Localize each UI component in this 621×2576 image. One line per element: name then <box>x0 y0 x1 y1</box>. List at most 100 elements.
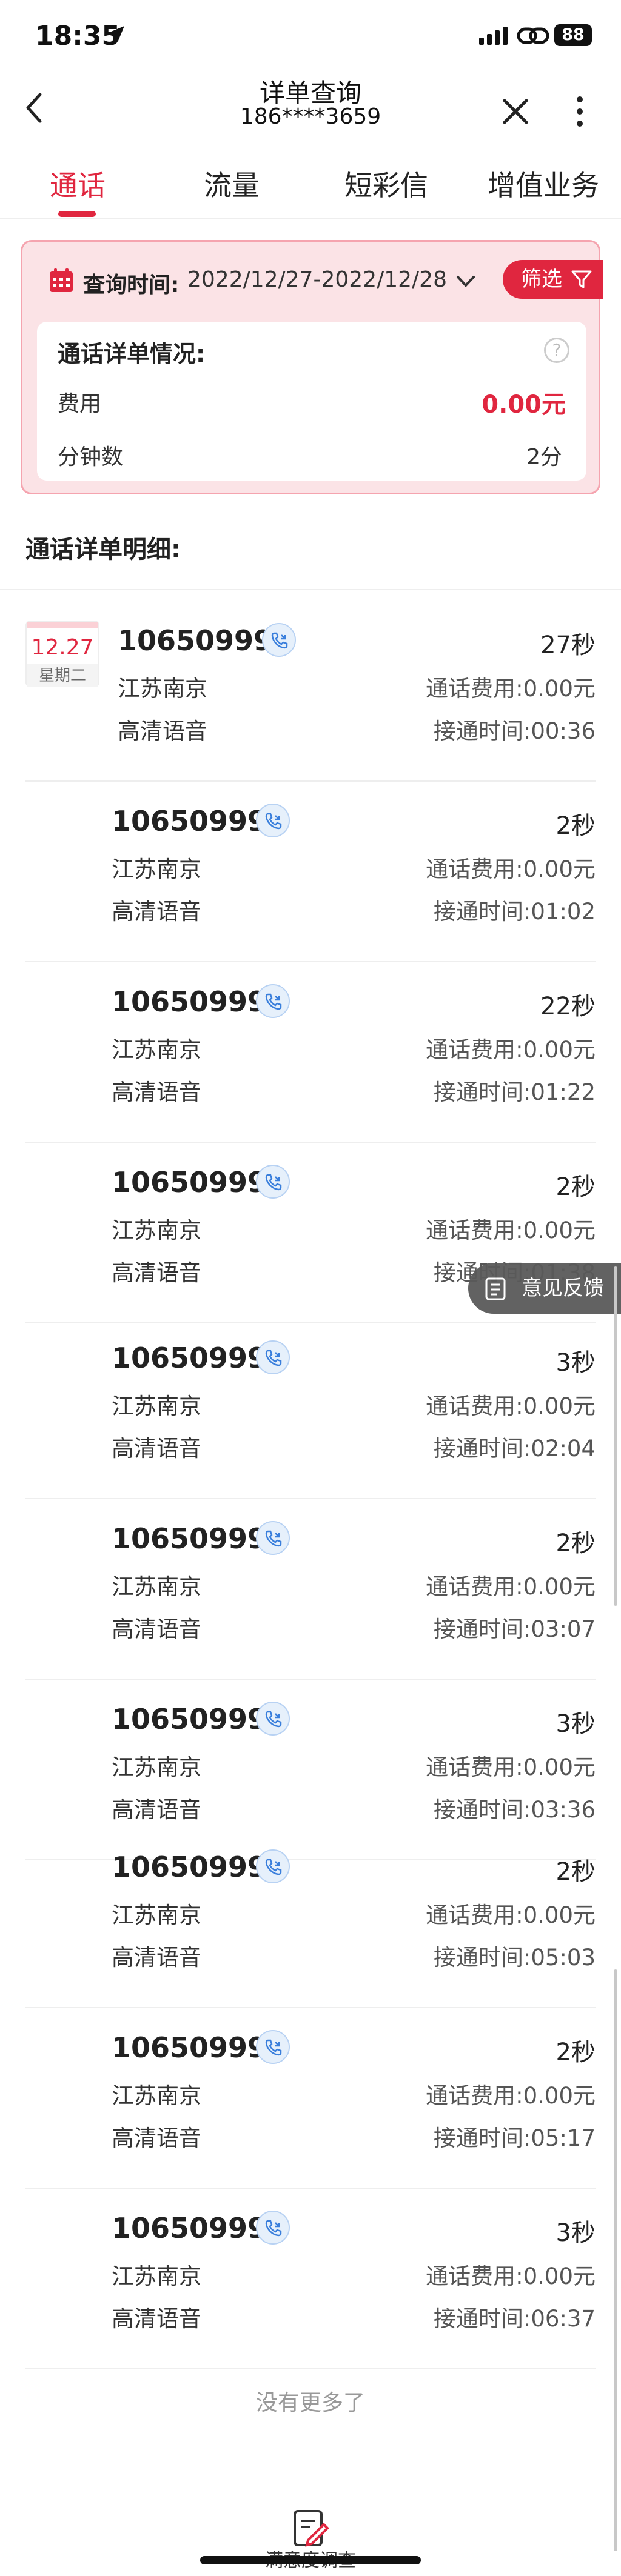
call-location: 江苏南京 <box>112 1574 201 1600</box>
tab-data[interactable]: 流量 <box>204 164 260 204</box>
call-connect-time: 接通时间:01:22 <box>433 1079 596 1105</box>
detail-section-title: 通话详单明细: <box>25 536 181 564</box>
scrollbar[interactable] <box>614 1266 617 1606</box>
call-location: 江苏南京 <box>112 856 201 882</box>
summary-detail-panel: 通话详单情况: ? 费用 0.00元 分钟数 2分 <box>37 322 586 481</box>
call-type: 高清语音 <box>112 899 201 925</box>
phone-icon <box>256 1521 290 1555</box>
call-number: 10650999 <box>112 805 267 837</box>
call-location: 江苏南京 <box>112 1754 201 1780</box>
call-fee: 通话费用:0.00元 <box>426 1574 596 1600</box>
filter-label: 筛选 <box>521 267 562 291</box>
summary-card: 查询时间: 2022/12/27-2022/12/28 筛选 通话详单情况: ?… <box>21 240 603 494</box>
call-type: 高清语音 <box>112 1260 201 1286</box>
date-badge: 12.27 星期二 <box>25 621 99 687</box>
home-indicator[interactable] <box>200 2556 421 2564</box>
call-record[interactable]: 10650999 2秒 江苏南京 通话费用:0.00元 高清语音 接通时间:05:03 <box>0 1828 621 2008</box>
call-record[interactable]: 10650999 2秒 江苏南京 通话费用:0.00元 高清语音 接通时间:05:17 <box>0 2008 621 2189</box>
cellular-signal-icon <box>479 27 508 45</box>
call-connect-time: 接通时间:05:03 <box>433 1945 596 1971</box>
call-connect-time: 接通时间:01:02 <box>433 899 596 925</box>
call-duration: 2秒 <box>556 812 596 840</box>
call-duration: 2秒 <box>556 2039 596 2066</box>
call-type: 高清语音 <box>112 1616 201 1642</box>
fee-label: 费用 <box>58 391 102 416</box>
call-connect-time: 接通时间:00:36 <box>433 718 596 744</box>
phone-icon <box>256 2211 290 2245</box>
more-icon[interactable] <box>575 95 585 128</box>
call-fee: 通话费用:0.00元 <box>426 1037 596 1063</box>
call-duration: 3秒 <box>556 1710 596 1738</box>
call-fee: 通话费用:0.00元 <box>426 676 596 702</box>
call-number: 10650999 <box>112 985 267 1018</box>
close-icon[interactable] <box>501 97 530 126</box>
feedback-label: 意见反馈 <box>522 1276 604 1300</box>
call-fee: 通话费用:0.00元 <box>426 2083 596 2109</box>
minutes-label: 分钟数 <box>58 445 124 470</box>
call-number: 10650999 <box>112 2031 267 2064</box>
battery-icon: 88 <box>554 24 592 46</box>
call-duration: 22秒 <box>540 993 596 1020</box>
date-badge-bar <box>27 622 98 628</box>
date-badge-weekday: 星期二 <box>27 664 98 687</box>
call-number: 10650999 <box>112 1166 267 1199</box>
call-duration: 27秒 <box>540 631 596 659</box>
help-icon[interactable]: ? <box>544 338 569 363</box>
tab-bar: 通话 流量 短彩信 增值业务 <box>0 145 621 219</box>
query-time-selector[interactable]: 查询时间: 2022/12/27-2022/12/28 <box>48 265 582 301</box>
phone-icon <box>256 1165 290 1199</box>
call-duration: 2秒 <box>556 1529 596 1557</box>
tab-value-added[interactable]: 增值业务 <box>488 164 599 204</box>
call-type: 高清语音 <box>112 2125 201 2151</box>
call-type: 高清语音 <box>112 1945 201 1971</box>
phone-icon <box>262 623 296 657</box>
call-type: 高清语音 <box>112 1436 201 1462</box>
call-number: 10650999 <box>112 1703 267 1736</box>
call-fee: 通话费用:0.00元 <box>426 2263 596 2289</box>
call-connect-time: 接通时间:03:36 <box>433 1797 596 1823</box>
call-type: 高清语音 <box>112 2306 201 2332</box>
call-duration: 3秒 <box>556 2219 596 2247</box>
call-duration: 2秒 <box>556 1858 596 1886</box>
date-badge-date: 12.27 <box>31 635 94 660</box>
call-connect-time: 接通时间:02:04 <box>433 1436 596 1462</box>
location-arrow-icon <box>110 26 124 41</box>
phone-icon <box>256 1702 290 1736</box>
call-type: 高清语音 <box>112 1079 201 1105</box>
call-type: 高清语音 <box>118 718 207 744</box>
chevron-down-icon[interactable] <box>455 272 476 290</box>
end-of-list-text: 没有更多了 <box>255 2391 365 2415</box>
filter-button[interactable]: 筛选 <box>503 260 603 299</box>
calendar-icon <box>50 268 73 292</box>
call-fee: 通话费用:0.00元 <box>426 1393 596 1419</box>
call-number: 10650999 <box>118 624 274 657</box>
call-number: 10650999 <box>112 1851 267 1883</box>
call-record[interactable]: 10650999 3秒 江苏南京 通话费用:0.00元 高清语音 接通时间:06:37 <box>0 2189 621 2369</box>
filter-icon <box>571 270 592 288</box>
call-fee: 通话费用:0.00元 <box>426 1217 596 1243</box>
minutes-value: 2分 <box>526 445 562 470</box>
scrollbar-secondary[interactable] <box>614 1969 617 2551</box>
call-record[interactable]: 10650999 2秒 江苏南京 通话费用:0.00元 高清语音 接通时间:03:07 <box>0 1499 621 1680</box>
record-divider <box>25 2368 596 2369</box>
query-time-value[interactable]: 2022/12/27-2022/12/28 <box>187 267 447 292</box>
phone-icon <box>256 804 290 837</box>
call-record[interactable]: 10650999 22秒 江苏南京 通话费用:0.00元 高清语音 接通时间:01:22 <box>0 962 621 1143</box>
call-number: 10650999 <box>112 2212 267 2245</box>
tab-calls[interactable]: 通话 <box>50 164 106 204</box>
summary-title: 通话详单情况: <box>58 341 206 367</box>
call-record[interactable]: 10650999 3秒 江苏南京 通话费用:0.00元 高清语音 接通时间:02:04 <box>0 1319 621 1499</box>
call-number: 10650999 <box>112 1522 267 1555</box>
survey-icon[interactable] <box>290 2509 331 2550</box>
call-number: 10650999 <box>112 1342 267 1374</box>
feedback-button[interactable]: 意见反馈 <box>468 1263 621 1314</box>
phone-icon <box>256 1340 290 1374</box>
call-record[interactable]: 10650999 2秒 江苏南京 通话费用:0.00元 高清语音 接通时间:01:02 <box>0 782 621 962</box>
call-fee: 通话费用:0.00元 <box>426 1902 596 1928</box>
feedback-icon <box>485 1277 506 1300</box>
call-type: 高清语音 <box>112 1797 201 1823</box>
fee-value: 0.00元 <box>482 391 566 419</box>
tab-sms[interactable]: 短彩信 <box>344 164 428 204</box>
query-time-label: 查询时间: <box>83 273 180 298</box>
call-location: 江苏南京 <box>112 2263 201 2289</box>
